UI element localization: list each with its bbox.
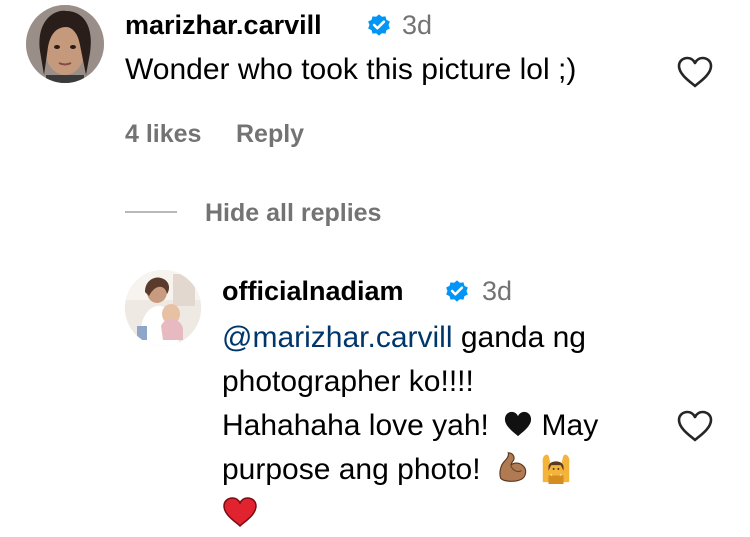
flexed-biceps-emoji	[499, 452, 527, 482]
red-heart-emoji	[223, 497, 257, 528]
avatar[interactable]	[26, 5, 104, 83]
reply-username[interactable]: officialnadiam	[222, 276, 404, 307]
reply-avatar[interactable]	[125, 270, 201, 346]
mention-link[interactable]: @marizhar.carvill	[222, 321, 453, 354]
reply-heart-icon[interactable]	[676, 409, 714, 443]
reply-button[interactable]: Reply	[236, 120, 304, 149]
black-heart-emoji	[505, 411, 532, 437]
verified-badge-icon	[368, 14, 390, 36]
person-raising-hands-emoji	[542, 454, 570, 485]
comment-username[interactable]: marizhar.carvill	[125, 10, 322, 41]
reply-text-line-4: purpose ang photo!	[222, 448, 573, 492]
reply-text-fragment: May	[533, 409, 599, 442]
reply-text-line-3: Hahahaha love yah! May	[222, 404, 598, 448]
reply-text-fragment: Hahahaha love yah!	[222, 409, 489, 442]
hide-replies-button[interactable]: Hide all replies	[205, 199, 381, 228]
reply-time: 3d	[482, 276, 513, 306]
reply-text-line-5	[222, 490, 258, 534]
reply-text-line-2: photographer ko!!!!	[222, 365, 474, 398]
likes-count[interactable]: 4 likes	[125, 120, 201, 149]
reply-text-line-1: @marizhar.carvill ganda ng	[222, 316, 586, 360]
verified-badge-icon	[446, 280, 468, 302]
replies-divider	[125, 211, 177, 213]
comment-text: Wonder who took this picture lol ;)	[125, 53, 577, 86]
comment-time: 3d	[402, 10, 433, 40]
reply-text-fragment: ganda ng	[452, 321, 586, 354]
heart-icon[interactable]	[676, 55, 714, 89]
reply-text-fragment: purpose ang photo!	[222, 453, 481, 486]
